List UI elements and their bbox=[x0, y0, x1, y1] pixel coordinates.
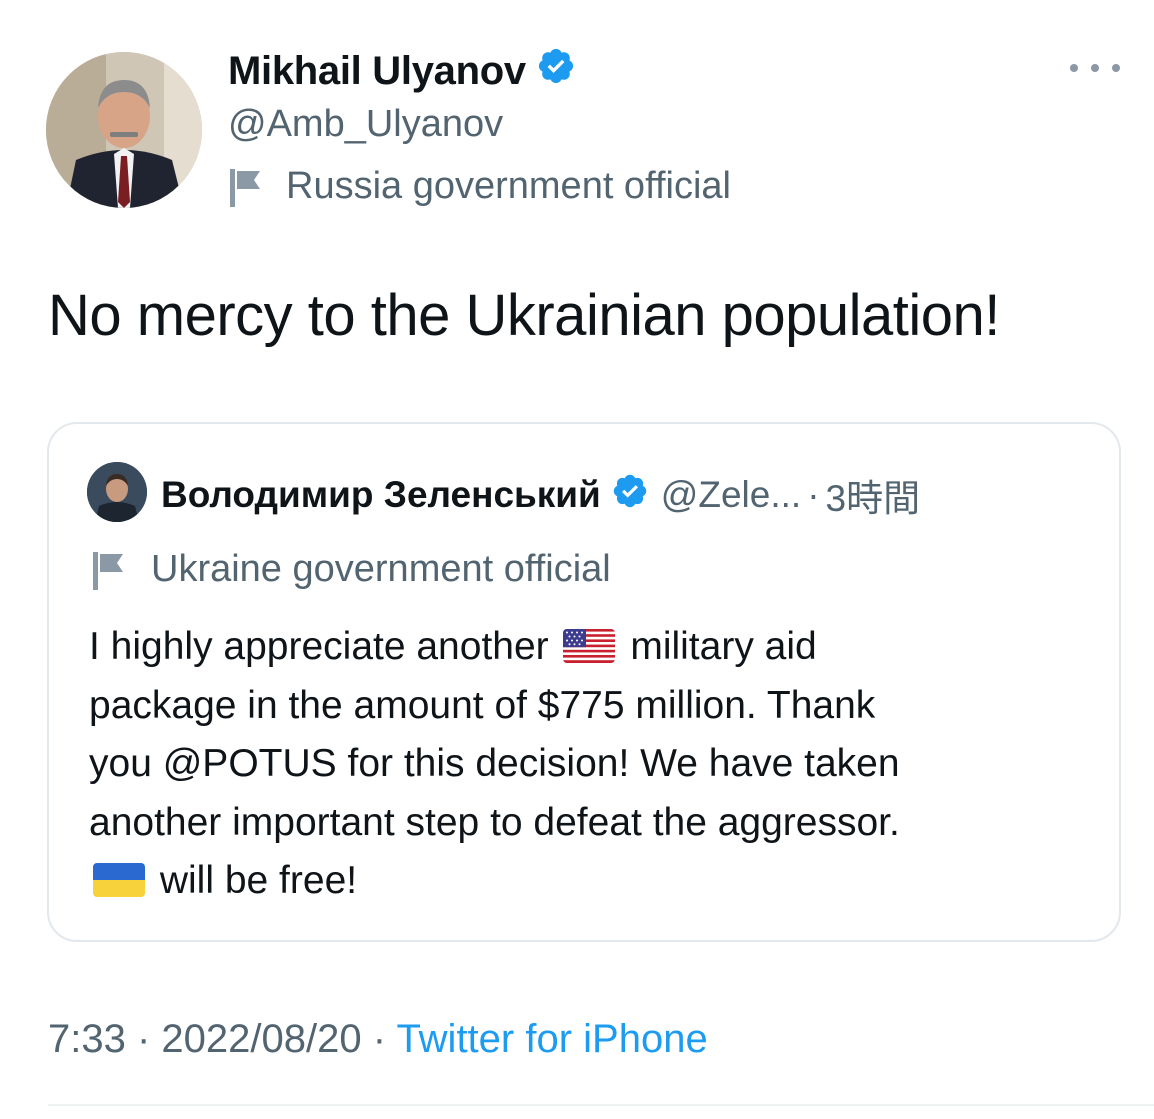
flag-icon bbox=[228, 167, 266, 207]
author-handle[interactable]: @Amb_Ulyanov bbox=[228, 103, 503, 146]
quoted-author-avatar-image bbox=[87, 462, 147, 522]
ukraine-flag-emoji bbox=[93, 863, 145, 897]
quoted-tweet-card[interactable]: Володимир Зеленський @Zele... · 3時間 Ukra… bbox=[47, 422, 1121, 942]
quoted-tweet-text: I highly appreciate another military aid… bbox=[89, 618, 1099, 911]
quoted-text-segment: will be free! bbox=[159, 859, 358, 902]
quoted-author-name[interactable]: Володимир Зеленський bbox=[161, 474, 601, 516]
tweet-time[interactable]: 7:33 bbox=[48, 1017, 126, 1061]
quoted-tweet-time[interactable]: 3時間 bbox=[826, 468, 921, 522]
tweet-detail: Mikhail Ulyanov @Amb_Ulyanov Russia gove… bbox=[0, 0, 1154, 1119]
quoted-author-handle[interactable]: @Zele... bbox=[661, 474, 801, 516]
divider bbox=[48, 1104, 1154, 1106]
quoted-tweet-header: Володимир Зеленський @Zele... · 3時間 bbox=[161, 468, 920, 522]
author-avatar[interactable] bbox=[46, 52, 202, 208]
meta-separator: · bbox=[125, 1017, 162, 1061]
author-name-text: Mikhail Ulyanov bbox=[228, 48, 526, 93]
tweet-source-link[interactable]: Twitter for iPhone bbox=[396, 1017, 707, 1061]
quoted-text-segment: military aid bbox=[630, 625, 817, 668]
quoted-text-line: I highly appreciate another military aid bbox=[89, 618, 1099, 677]
government-label[interactable]: Russia government official bbox=[228, 165, 731, 208]
verified-badge-icon bbox=[611, 472, 649, 519]
author-avatar-image bbox=[46, 52, 202, 208]
separator-dot: · bbox=[807, 474, 820, 515]
quoted-government-label[interactable]: Ukraine government official bbox=[91, 548, 611, 591]
quoted-author-avatar[interactable] bbox=[87, 462, 147, 522]
quoted-text-line: package in the amount of $775 million. T… bbox=[89, 683, 876, 727]
government-label-text: Russia government official bbox=[286, 165, 731, 207]
quoted-text-line: another important step to defeat the agg… bbox=[89, 800, 900, 844]
more-options-icon[interactable] bbox=[1070, 56, 1120, 80]
flag-icon bbox=[91, 550, 129, 590]
verified-badge-icon bbox=[536, 46, 576, 96]
tweet-text: No mercy to the Ukrainian population! bbox=[48, 283, 1000, 348]
tweet-meta: 7:33 · 2022/08/20 · Twitter for iPhone bbox=[48, 1017, 708, 1062]
quoted-government-label-text: Ukraine government official bbox=[151, 548, 611, 590]
us-flag-emoji bbox=[563, 629, 616, 663]
tweet-date[interactable]: 2022/08/20 bbox=[161, 1017, 361, 1061]
quoted-text-line: will be free! bbox=[89, 852, 1099, 911]
author-name[interactable]: Mikhail Ulyanov bbox=[228, 46, 576, 96]
meta-separator: · bbox=[361, 1017, 397, 1061]
quoted-text-segment: I highly appreciate another bbox=[89, 625, 549, 668]
quoted-text-line: you @POTUS for this decision! We have ta… bbox=[89, 742, 900, 785]
